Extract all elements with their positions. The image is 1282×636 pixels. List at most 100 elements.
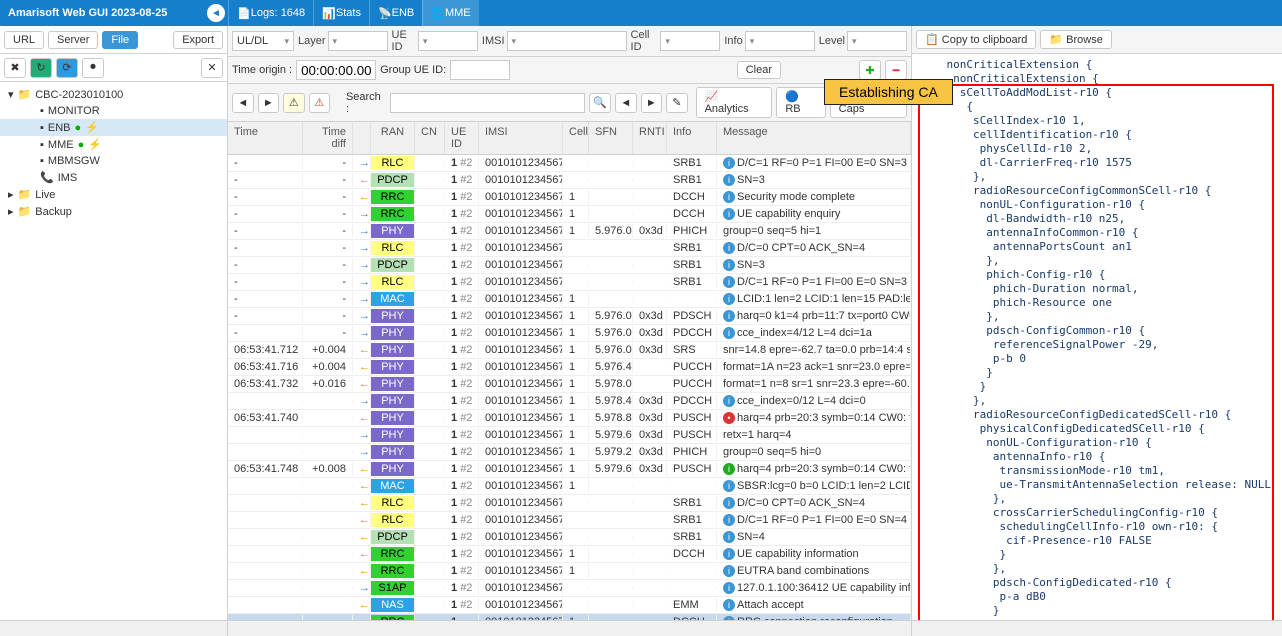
table-row[interactable]: ←RLC1 #2001010123456789SRB1iD/C=0 CPT=0 … (228, 495, 911, 512)
table-row[interactable]: --→PHY1 #200101012345678915.976.00x3dPDC… (228, 325, 911, 342)
layer-select[interactable] (328, 31, 388, 51)
table-row[interactable]: 06:53:41.740←PHY1 #200101012345678915.97… (228, 410, 911, 427)
search-down-icon[interactable]: ► (641, 93, 663, 113)
col-rnti[interactable]: RNTI (633, 122, 667, 154)
remove-icon[interactable]: ━ (885, 60, 907, 80)
tab-logs[interactable]: 📄 Logs: 1648 (228, 0, 313, 26)
sidebar: URL Server File Export ✖ ↻ ⟳ ⏺ ✕ ▾ CBC-2… (0, 26, 228, 636)
info-icon: i (723, 514, 735, 526)
tree-item-monitor[interactable]: ▪ MONITOR (0, 103, 227, 119)
url-button[interactable]: URL (4, 31, 44, 49)
browse-button[interactable]: 📁 Browse (1040, 30, 1111, 49)
scrollbar[interactable] (228, 620, 911, 636)
col-imsi[interactable]: IMSI (479, 122, 563, 154)
table-row[interactable]: ←PDCP1 #2001010123456789SRB1iSN=4 (228, 529, 911, 546)
table-row[interactable]: ←RRC1 #20010101234567891iEUTRA band comb… (228, 563, 911, 580)
info-select[interactable] (745, 31, 815, 51)
tree-live[interactable]: ▸ Live (0, 186, 227, 203)
prev-diff-icon[interactable]: ◄ (232, 93, 254, 113)
file-button[interactable]: File (102, 31, 138, 49)
record-icon[interactable]: ⏺ (82, 58, 104, 78)
table-row[interactable]: →PHY1 #200101012345678915.979.20x3dPHICH… (228, 444, 911, 461)
next-diff-icon[interactable]: ► (258, 93, 280, 113)
col-ueid[interactable]: UE ID (445, 122, 479, 154)
tree-item-mbmsgw[interactable]: ▪ MBMSGW (0, 153, 227, 169)
tree-root[interactable]: ▾ CBC-2023010100 (0, 86, 227, 103)
table-row[interactable]: →S1AP1 #2001010123456789i127.0.1.100:364… (228, 580, 911, 597)
time-origin-input[interactable] (296, 60, 376, 80)
scrollbar[interactable] (912, 620, 1282, 636)
tree-item-mme[interactable]: ▪ MME ●⚡ (0, 136, 227, 153)
table-row[interactable]: 06:53:41.732+0.016←PHY1 #200101012345678… (228, 376, 911, 393)
warn-icon[interactable]: ⚠ (283, 93, 305, 113)
table-row[interactable]: --→RRC1 #20010101234567891DCCHiUE capabi… (228, 206, 911, 223)
refresh-icon[interactable]: ↻ (30, 58, 52, 78)
tab-stats[interactable]: 📊 Stats (313, 0, 369, 26)
col-ran[interactable]: RAN (371, 122, 415, 154)
tree-item-ims[interactable]: 📞 IMS (0, 169, 227, 186)
info-icon: i (723, 531, 735, 543)
col-timediff[interactable]: Time diff (303, 122, 353, 154)
table-row[interactable]: --→RLC1 #2001010123456789SRB1iD/C=1 RF=0… (228, 274, 911, 291)
tree-item-enb[interactable]: ▪ ENB ●⚡ (0, 119, 227, 136)
cellid-select[interactable] (660, 31, 720, 51)
error-icon[interactable]: ⚠ (309, 93, 331, 113)
col-cell[interactable]: Cell (563, 122, 589, 154)
lightning-icon: ⚡ (85, 121, 99, 134)
table-row[interactable]: --→PDCP1 #2001010123456789SRB1iSN=3 (228, 257, 911, 274)
group-ueid-input[interactable] (450, 60, 510, 80)
search-prev-icon[interactable]: 🔍 (589, 93, 611, 113)
table-row[interactable]: --→PHY1 #200101012345678915.976.00x3dPHI… (228, 223, 911, 240)
table-row[interactable]: 06:53:41.748+0.008←PHY1 #200101012345678… (228, 461, 911, 478)
table-row[interactable]: --→RRC1 0010101234567891DCCHiRRC connect… (228, 614, 911, 620)
collapse-sidebar-icon[interactable]: ◄ (207, 4, 225, 22)
uldl-select[interactable]: UL/DL (232, 31, 294, 51)
app-title: Amarisoft Web GUI 2023-08-25 (8, 7, 218, 19)
close-icon[interactable]: ✕ (201, 58, 223, 78)
table-row[interactable]: --←RRC1 #20010101234567891DCCHiSecurity … (228, 189, 911, 206)
table-row[interactable]: --←PDCP1 #2001010123456789SRB1iSN=3 (228, 172, 911, 189)
table-row[interactable]: --→PHY1 #200101012345678915.976.00x3dPDS… (228, 308, 911, 325)
col-sfn[interactable]: SFN (589, 122, 633, 154)
analytics-button[interactable]: 📈 Analytics (696, 87, 773, 118)
table-row[interactable]: →PHY1 #200101012345678915.979.60x3dPUSCH… (228, 427, 911, 444)
col-msg[interactable]: Message (717, 122, 911, 154)
sync-icon[interactable]: ⟳ (56, 58, 78, 78)
search-input[interactable] (390, 93, 586, 113)
tab-enb[interactable]: 📡 ENB (369, 0, 422, 26)
server-button[interactable]: Server (48, 31, 98, 49)
highlight-icon[interactable]: ✎ (666, 93, 688, 113)
app-header: Amarisoft Web GUI 2023-08-25 ◄ 📄 Logs: 1… (0, 0, 1282, 26)
table-row[interactable]: 06:53:41.712+0.004←PHY1 #200101012345678… (228, 342, 911, 359)
log-grid[interactable]: Time Time diff RAN CN UE ID IMSI Cell SF… (228, 122, 911, 620)
scrollbar[interactable] (0, 620, 227, 636)
copy-button[interactable]: 📋 Copy to clipboard (916, 30, 1036, 49)
export-button[interactable]: Export (173, 31, 223, 49)
col-cn[interactable]: CN (415, 122, 445, 154)
table-row[interactable]: --→RLC1 #2001010123456789SRB1iD/C=0 CPT=… (228, 240, 911, 257)
lightning-icon: ⚡ (88, 138, 102, 151)
imsi-select[interactable] (507, 31, 627, 51)
table-row[interactable]: ←RLC1 #2001010123456789SRB1iD/C=1 RF=0 P… (228, 512, 911, 529)
disconnect-icon[interactable]: ✖ (4, 58, 26, 78)
table-row[interactable]: 06:53:41.716+0.004←PHY1 #200101012345678… (228, 359, 911, 376)
table-row[interactable]: ←NAS1 #2001010123456789EMMiAttach accept (228, 597, 911, 614)
clear-button[interactable]: Clear (737, 61, 781, 79)
col-time[interactable]: Time (228, 122, 303, 154)
level-select[interactable] (847, 31, 907, 51)
col-info[interactable]: Info (667, 122, 717, 154)
tab-mme[interactable]: 🌐 MME (422, 0, 478, 26)
time-bar: Time origin : Group UE ID: Clear ✚ ━ (228, 57, 911, 84)
table-row[interactable]: --→RLC1 #2001010123456789SRB1iD/C=1 RF=0… (228, 155, 911, 172)
rb-button[interactable]: 🔵 RB (776, 87, 825, 118)
code-view[interactable]: nonCriticalExtension { nonCriticalExtens… (912, 54, 1282, 620)
tree-backup[interactable]: ▸ Backup (0, 203, 227, 220)
ueid-select[interactable] (418, 31, 478, 51)
table-row[interactable]: →PHY1 #200101012345678915.978.40x3dPDCCH… (228, 393, 911, 410)
add-icon[interactable]: ✚ (859, 60, 881, 80)
search-up-icon[interactable]: ◄ (615, 93, 637, 113)
col-dir[interactable] (353, 122, 371, 154)
table-row[interactable]: --→MAC1 #20010101234567891iLCID:1 len=2 … (228, 291, 911, 308)
table-row[interactable]: ←MAC1 #20010101234567891iSBSR:lcg=0 b=0 … (228, 478, 911, 495)
table-row[interactable]: ←RRC1 #20010101234567891DCCHiUE capabili… (228, 546, 911, 563)
